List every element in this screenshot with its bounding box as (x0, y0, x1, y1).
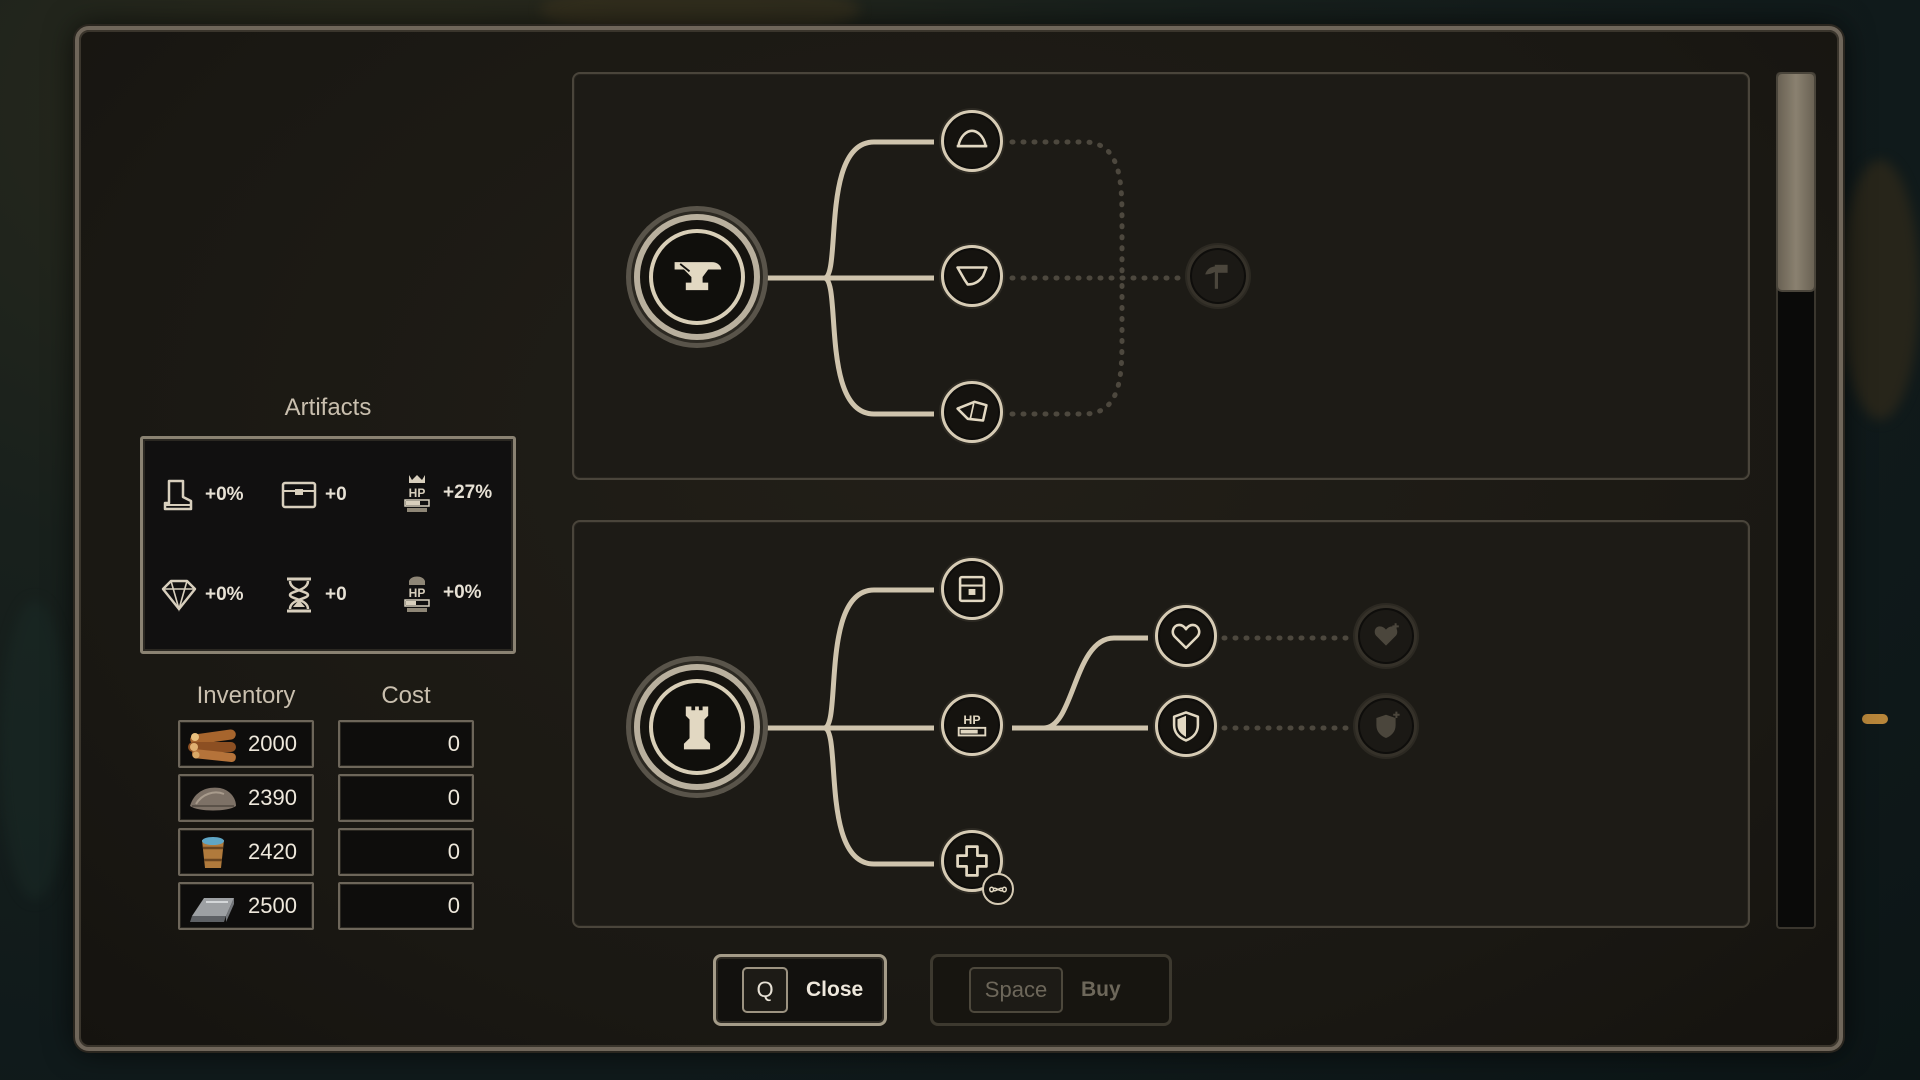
artifacts-title: Artifacts (284, 394, 372, 421)
infinite-badge (982, 873, 1014, 905)
inventory-amount: 2390 (248, 785, 297, 810)
hp-bar-icon: HP (957, 713, 987, 737)
inventory-title: Inventory (196, 682, 296, 709)
upgrade-node-shield-plus[interactable] (1355, 695, 1417, 757)
artifact-value: +0 (325, 484, 347, 505)
upgrade-node-chest-armor[interactable] (941, 245, 1003, 307)
boot-icon (163, 479, 193, 511)
iron-ingot-icon (190, 898, 234, 922)
inventory-amount: 2000 (248, 731, 297, 756)
inventory-amount: 2500 (248, 893, 297, 918)
inventory-stone: 2390 (178, 774, 314, 822)
upgrade-node-shield[interactable] (1155, 695, 1217, 757)
chest-armor-icon (956, 266, 988, 286)
background-foliage (0, 600, 70, 900)
artifacts-panel: +0% +0 HP +27% +0% +0 HP +0% (140, 436, 516, 654)
close-button[interactable]: Q Close (713, 954, 887, 1026)
artifact-value: +0 (325, 584, 347, 605)
hp-tower-icon: HP (404, 475, 430, 512)
diamond-icon (161, 579, 197, 612)
upgrade-node-gauntlet[interactable] (941, 381, 1003, 443)
inventory-iron: 2500 (178, 882, 314, 930)
artifact-value: +0% (205, 484, 244, 505)
close-button-label: Close (806, 978, 864, 1001)
tree-root-fortress[interactable] (634, 664, 760, 790)
inventory-water: 2420 (178, 828, 314, 876)
buy-key-hint: Space (969, 967, 1063, 1013)
upgrade-node-storage[interactable] (941, 558, 1003, 620)
buy-button[interactable]: Space Buy (930, 954, 1172, 1026)
hp-keep-icon: HP (404, 576, 430, 612)
artifact-value: +0% (443, 582, 482, 603)
artifact-value: +0% (205, 584, 244, 605)
heal-infinite-icon (956, 845, 988, 877)
artifact-value: +27% (443, 482, 493, 503)
cost-water: 0 (338, 828, 474, 876)
gauntlet-icon (956, 400, 988, 422)
cost-iron: 0 (338, 882, 474, 930)
upgrade-node-hp[interactable]: HP (941, 694, 1003, 756)
background-ember (1862, 714, 1888, 724)
heart-icon (1171, 623, 1201, 650)
svg-text:HP: HP (409, 486, 426, 500)
chest-icon (281, 481, 317, 509)
scrollbar-thumb[interactable] (1776, 72, 1816, 292)
upgrade-node-axe-hammer[interactable] (1187, 245, 1249, 307)
artifact-speed: +0% (159, 475, 244, 515)
artifact-gems: +0% (159, 575, 244, 615)
upgrade-node-heart[interactable] (1155, 605, 1217, 667)
cost-stone: 0 (338, 774, 474, 822)
upgrade-node-helmet[interactable] (941, 110, 1003, 172)
stone-icon (190, 787, 236, 811)
background-foliage (1840, 160, 1920, 420)
inventory-wood: 2000 (178, 720, 314, 768)
wood-logs-icon (188, 729, 236, 762)
artifact-storage: +0 (279, 475, 347, 515)
svg-text:HP: HP (409, 586, 426, 600)
cost-title: Cost (381, 682, 431, 709)
water-bucket-icon (202, 837, 224, 868)
upgrade-node-heart-plus[interactable] (1355, 605, 1417, 667)
shield-icon (1172, 711, 1200, 742)
inventory-amount: 2420 (248, 839, 297, 864)
anvil-icon (649, 229, 745, 325)
close-key-hint: Q (742, 967, 788, 1013)
artifact-time: +0 (279, 575, 347, 615)
helmet-icon (956, 129, 988, 148)
buy-button-label: Buy (1081, 978, 1121, 1001)
svg-text:HP: HP (963, 713, 980, 727)
storage-chest-icon (958, 575, 986, 603)
cost-wood: 0 (338, 720, 474, 768)
rook-tower-icon (649, 679, 745, 775)
infinity-icon (989, 886, 1007, 892)
shield-plus-icon (1376, 711, 1400, 738)
heart-plus-icon (1374, 623, 1399, 646)
hourglass-icon (287, 577, 311, 613)
artifact-keep-hp: HP +0% (397, 573, 482, 613)
axe-hammer-icon (1205, 264, 1228, 289)
artifact-tower-hp: HP +27% (397, 473, 492, 513)
tree-root-anvil[interactable] (634, 214, 760, 340)
